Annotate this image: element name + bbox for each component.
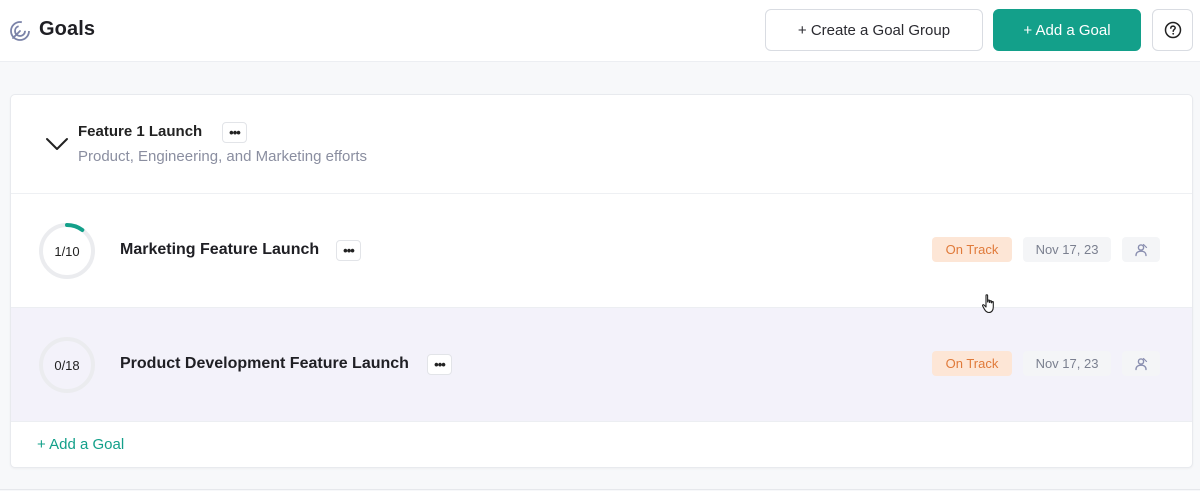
owner-button[interactable]: [1122, 351, 1160, 376]
create-goal-group-button[interactable]: + Create a Goal Group: [765, 9, 983, 51]
due-date-badge[interactable]: Nov 17, 23: [1023, 351, 1111, 376]
user-icon: [1135, 243, 1148, 256]
add-goal-link[interactable]: + Add a Goal: [37, 436, 124, 453]
progress-label: 1/10: [54, 243, 80, 259]
goal-row[interactable]: 0/18 Product Development Feature Launch …: [11, 308, 1192, 422]
page-title: Goals: [39, 18, 96, 40]
chevron-down-icon[interactable]: [45, 135, 69, 153]
goal-group-description: Product, Engineering, and Marketing effo…: [78, 148, 368, 165]
pointer-cursor-icon: [981, 294, 994, 314]
goal-group-card: Feature 1 Launch ••• Product, Engineerin…: [10, 94, 1193, 468]
divider: [0, 489, 1200, 490]
goal-title[interactable]: Marketing Feature Launch: [120, 241, 319, 259]
help-circle-icon: [1164, 21, 1181, 39]
status-badge[interactable]: On Track: [932, 237, 1012, 262]
owner-button[interactable]: [1122, 237, 1160, 262]
user-icon: [1135, 357, 1148, 370]
help-button[interactable]: [1152, 9, 1193, 51]
progress-label: 0/18: [54, 357, 80, 373]
goal-title[interactable]: Product Development Feature Launch: [120, 355, 409, 373]
goal-menu-button[interactable]: •••: [336, 240, 361, 261]
due-date-badge[interactable]: Nov 17, 23: [1023, 237, 1111, 262]
goal-row[interactable]: 1/10 Marketing Feature Launch ••• On Tra…: [11, 194, 1192, 308]
goal-target-icon: [10, 21, 30, 41]
goal-group-menu-button[interactable]: •••: [222, 122, 247, 143]
status-badge[interactable]: On Track: [932, 351, 1012, 376]
goal-group-title: Feature 1 Launch: [78, 123, 203, 140]
add-goal-button[interactable]: + Add a Goal: [993, 9, 1141, 51]
goal-group-header: Feature 1 Launch ••• Product, Engineerin…: [11, 95, 1192, 194]
goal-menu-button[interactable]: •••: [427, 354, 452, 375]
top-bar: Goals + Create a Goal Group + Add a Goal: [0, 0, 1200, 62]
